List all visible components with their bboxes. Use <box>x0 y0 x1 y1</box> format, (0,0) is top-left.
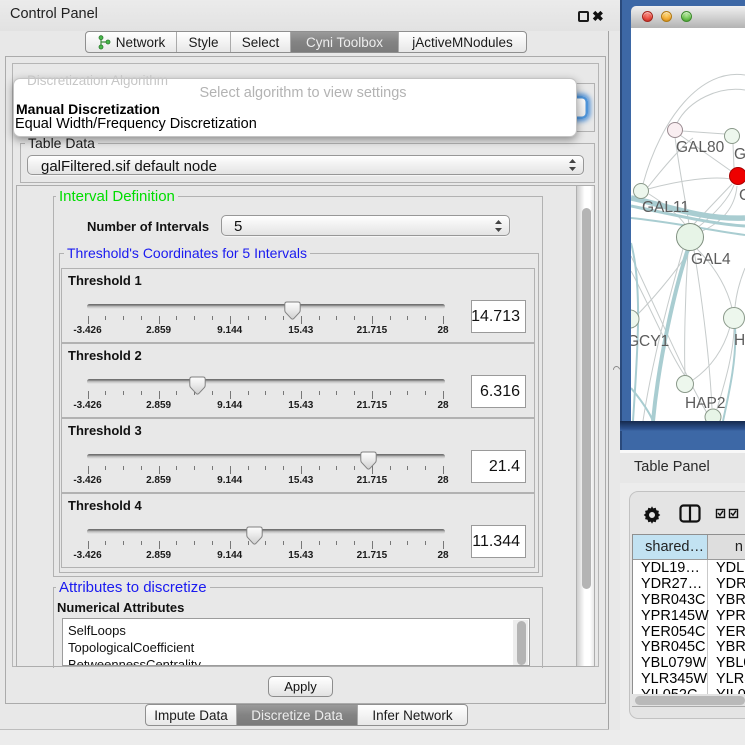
svg-text:GAL80: GAL80 <box>676 139 725 156</box>
svg-text:C: C <box>739 187 745 204</box>
svg-text:GA: GA <box>734 146 745 163</box>
svg-text:H: H <box>734 332 745 349</box>
svg-text:HAP2: HAP2 <box>685 395 726 412</box>
svg-text:GAL11: GAL11 <box>642 199 689 216</box>
svg-text:GCY1: GCY1 <box>631 333 669 350</box>
svg-text:GAL4: GAL4 <box>691 251 731 268</box>
